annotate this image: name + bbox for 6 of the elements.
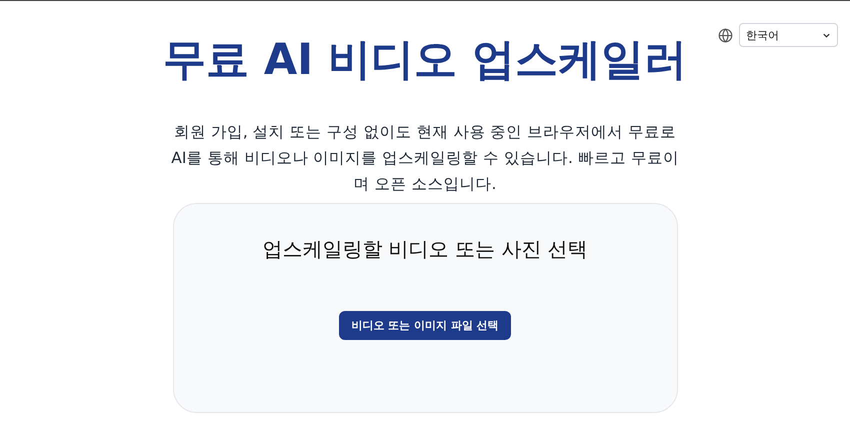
globe-icon (718, 28, 733, 42)
description: 회원 가입, 설치 또는 구성 없이도 현재 사용 중인 브라우저에서 무료로 AI를 통해 비디오나 이미지를 업스케일링할 수 있습니다. 빠르고 무료이며 오픈 소스입니다. (170, 122, 680, 195)
language-select[interactable]: 한국어 (739, 23, 838, 47)
page-title: 무료 AI 비디오 업스케일러 (162, 34, 688, 87)
select-file-button[interactable]: 비디오 또는 이미지 파일 선택 (339, 311, 511, 340)
card-heading: 업스케일링할 비디오 또는 사진 선택 (262, 236, 588, 263)
